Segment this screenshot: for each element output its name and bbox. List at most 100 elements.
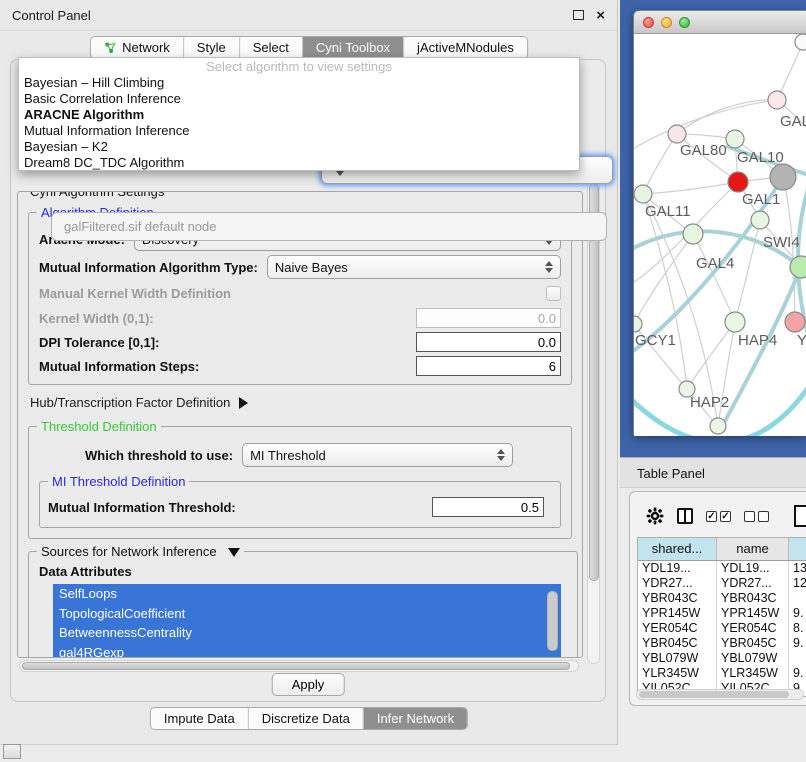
bottom-tabs: Impute DataDiscretize DataInfer Network [150,707,468,730]
network-view-window: GALGAL80GAL10GAL1GAL11GAL4SWI4GCY1HAP4YH… [633,10,806,435]
table-panel-titlebar: Table Panel [620,457,806,488]
horizontal-scrollbar-thumb[interactable] [22,662,570,670]
network-node-GAL11[interactable] [634,185,652,203]
network-node-gray-node[interactable] [770,164,796,190]
tab-select[interactable]: Select [239,37,302,58]
list-scrollbar-thumb[interactable] [547,591,558,651]
algorithm-option[interactable]: Bayesian – Hill Climbing [19,75,579,91]
mi-threshold-input[interactable] [432,497,544,517]
table-cell: YBR045C [717,636,789,651]
network-node-mid-green[interactable] [751,211,769,229]
table-cell: YPR145W [638,606,717,621]
collapsed-panel-icon[interactable] [3,744,21,759]
tab-infer-network[interactable]: Infer Network [363,708,467,729]
table-row[interactable]: YER054CYER054C8. [638,621,806,636]
network-canvas[interactable]: GALGAL80GAL10GAL1GAL11GAL4SWI4GCY1HAP4YH… [634,34,806,436]
table-cell: YLR345W [638,666,717,681]
zoom-traffic-light-icon[interactable] [679,17,690,28]
table-cell: YBR045C [638,636,717,651]
dpi-tolerance-input[interactable] [416,332,561,352]
tab-cyni-toolbox[interactable]: Cyni Toolbox [302,37,403,58]
data-attributes-list[interactable]: SelfLoopsTopologicalCoefficientBetweenne… [53,584,561,658]
table-cell: YBR043C [638,591,717,606]
mi-type-combo[interactable]: Naive Bayes [267,255,561,279]
table-row[interactable]: YDL19...YDL19...13 [638,561,806,576]
table-row[interactable]: YDR27...YDR27...12 [638,576,806,591]
settings-horizontal-scrollbar[interactable] [19,660,579,672]
tab-label: Network [122,40,170,55]
table-cell: YDL19... [638,561,717,576]
table-row[interactable]: YPR145WYPR145W9. [638,606,806,621]
table-row[interactable]: YBR045CYBR045C9. [638,636,806,651]
table-cell: 9. [789,636,806,651]
algorithm-option[interactable]: Basic Correlation Inference [19,91,579,107]
table-cell: YBL079W [717,651,789,666]
network-node-partial-bottom[interactable] [710,418,726,434]
minimize-traffic-light-icon[interactable] [661,17,672,28]
tab-impute-data[interactable]: Impute Data [151,708,248,729]
tab-style[interactable]: Style [183,37,239,58]
checked-boxes-icon[interactable] [706,511,731,522]
attribute-item[interactable]: gal4RGexp [53,643,561,659]
table-horizontal-scrollbar[interactable] [636,689,804,700]
gear-icon[interactable] [646,507,664,525]
network-node-pink-right[interactable] [785,312,805,332]
collapse-down-icon[interactable] [228,548,240,557]
network-node-gal-pink[interactable] [768,91,786,109]
network-node-GAL80[interactable] [668,125,686,143]
network-node-GAL10[interactable] [726,130,744,148]
columns-icon[interactable] [677,508,693,524]
network-node-partial-top[interactable] [795,34,806,50]
settings-vertical-scrollbar[interactable] [587,180,600,664]
unchecked-boxes-icon[interactable] [744,511,769,522]
table-cell: YDR27... [717,576,789,591]
table-cell: 8. [789,621,806,636]
table-row[interactable]: YBR043CYBR043C [638,591,806,606]
tab-network[interactable]: Network [91,37,183,58]
algorithm-option[interactable]: Bayesian – K2 [19,139,579,155]
network-node-GCY1[interactable] [634,316,642,332]
table-source-combo[interactable]: galFiltered.sif default node [51,212,607,241]
close-traffic-light-icon[interactable] [643,17,654,28]
attribute-item[interactable]: SelfLoops [53,584,561,604]
sources-title: Sources for Network Inference [37,544,244,559]
tab-jactivemnodules[interactable]: jActiveMNodules [403,37,527,58]
algorithm-option[interactable]: Mutual Information Inference [19,123,579,139]
network-node-GAL4[interactable] [683,224,703,244]
close-icon[interactable]: × [596,8,605,23]
algorithm-option[interactable]: Dream8 DC_TDC Algorithm [19,155,579,171]
mi-type-value: Naive Bayes [275,260,539,275]
table-row[interactable]: YBL079WYBL079W [638,651,806,666]
table-row[interactable]: YLR345WYLR345W9. [638,666,806,681]
float-window-icon[interactable] [573,10,584,20]
network-node-SWI4[interactable] [790,256,806,278]
tab-label: Select [253,40,289,55]
mi-steps-input[interactable] [416,356,561,376]
which-threshold-combo[interactable]: MI Threshold [242,443,513,467]
apply-button[interactable]: Apply [272,673,345,696]
table-toolbar [646,505,806,527]
vertical-scrollbar-thumb[interactable] [589,183,599,581]
node-label-GAL4: GAL4 [696,255,734,272]
column-header[interactable]: shared... [638,538,717,560]
data-attributes-label: Data Attributes [39,564,569,579]
node-label-GAL80: GAL80 [680,142,727,159]
network-node-GAL1[interactable] [728,172,748,192]
manual-kernel-checkbox[interactable] [546,286,561,301]
document-icon[interactable] [794,505,806,527]
attribute-item[interactable]: TopologicalCoefficient [53,604,561,624]
network-window-titlebar[interactable] [634,11,806,34]
column-header[interactable]: A [789,538,806,560]
control-panel-window: Control Panel × Network Style Select Cyni T… [0,0,618,745]
node-label-GAL11: GAL11 [645,203,691,220]
attribute-item[interactable]: BetweennessCentrality [53,623,561,643]
mi-threshold-label: Mutual Information Threshold: [48,500,236,515]
threshold-definition-title: Threshold Definition [37,419,161,434]
hub-definition-toggle[interactable]: Hub/Transcription Factor Definition [30,395,582,410]
column-header[interactable]: name [717,538,789,560]
algorithm-option[interactable]: ARACNE Algorithm [19,107,579,123]
network-node-HAP4[interactable] [725,312,745,332]
control-panel-title: Control Panel [12,8,573,23]
tab-discretize-data[interactable]: Discretize Data [248,708,363,729]
table-scrollbar-thumb[interactable] [639,691,789,698]
